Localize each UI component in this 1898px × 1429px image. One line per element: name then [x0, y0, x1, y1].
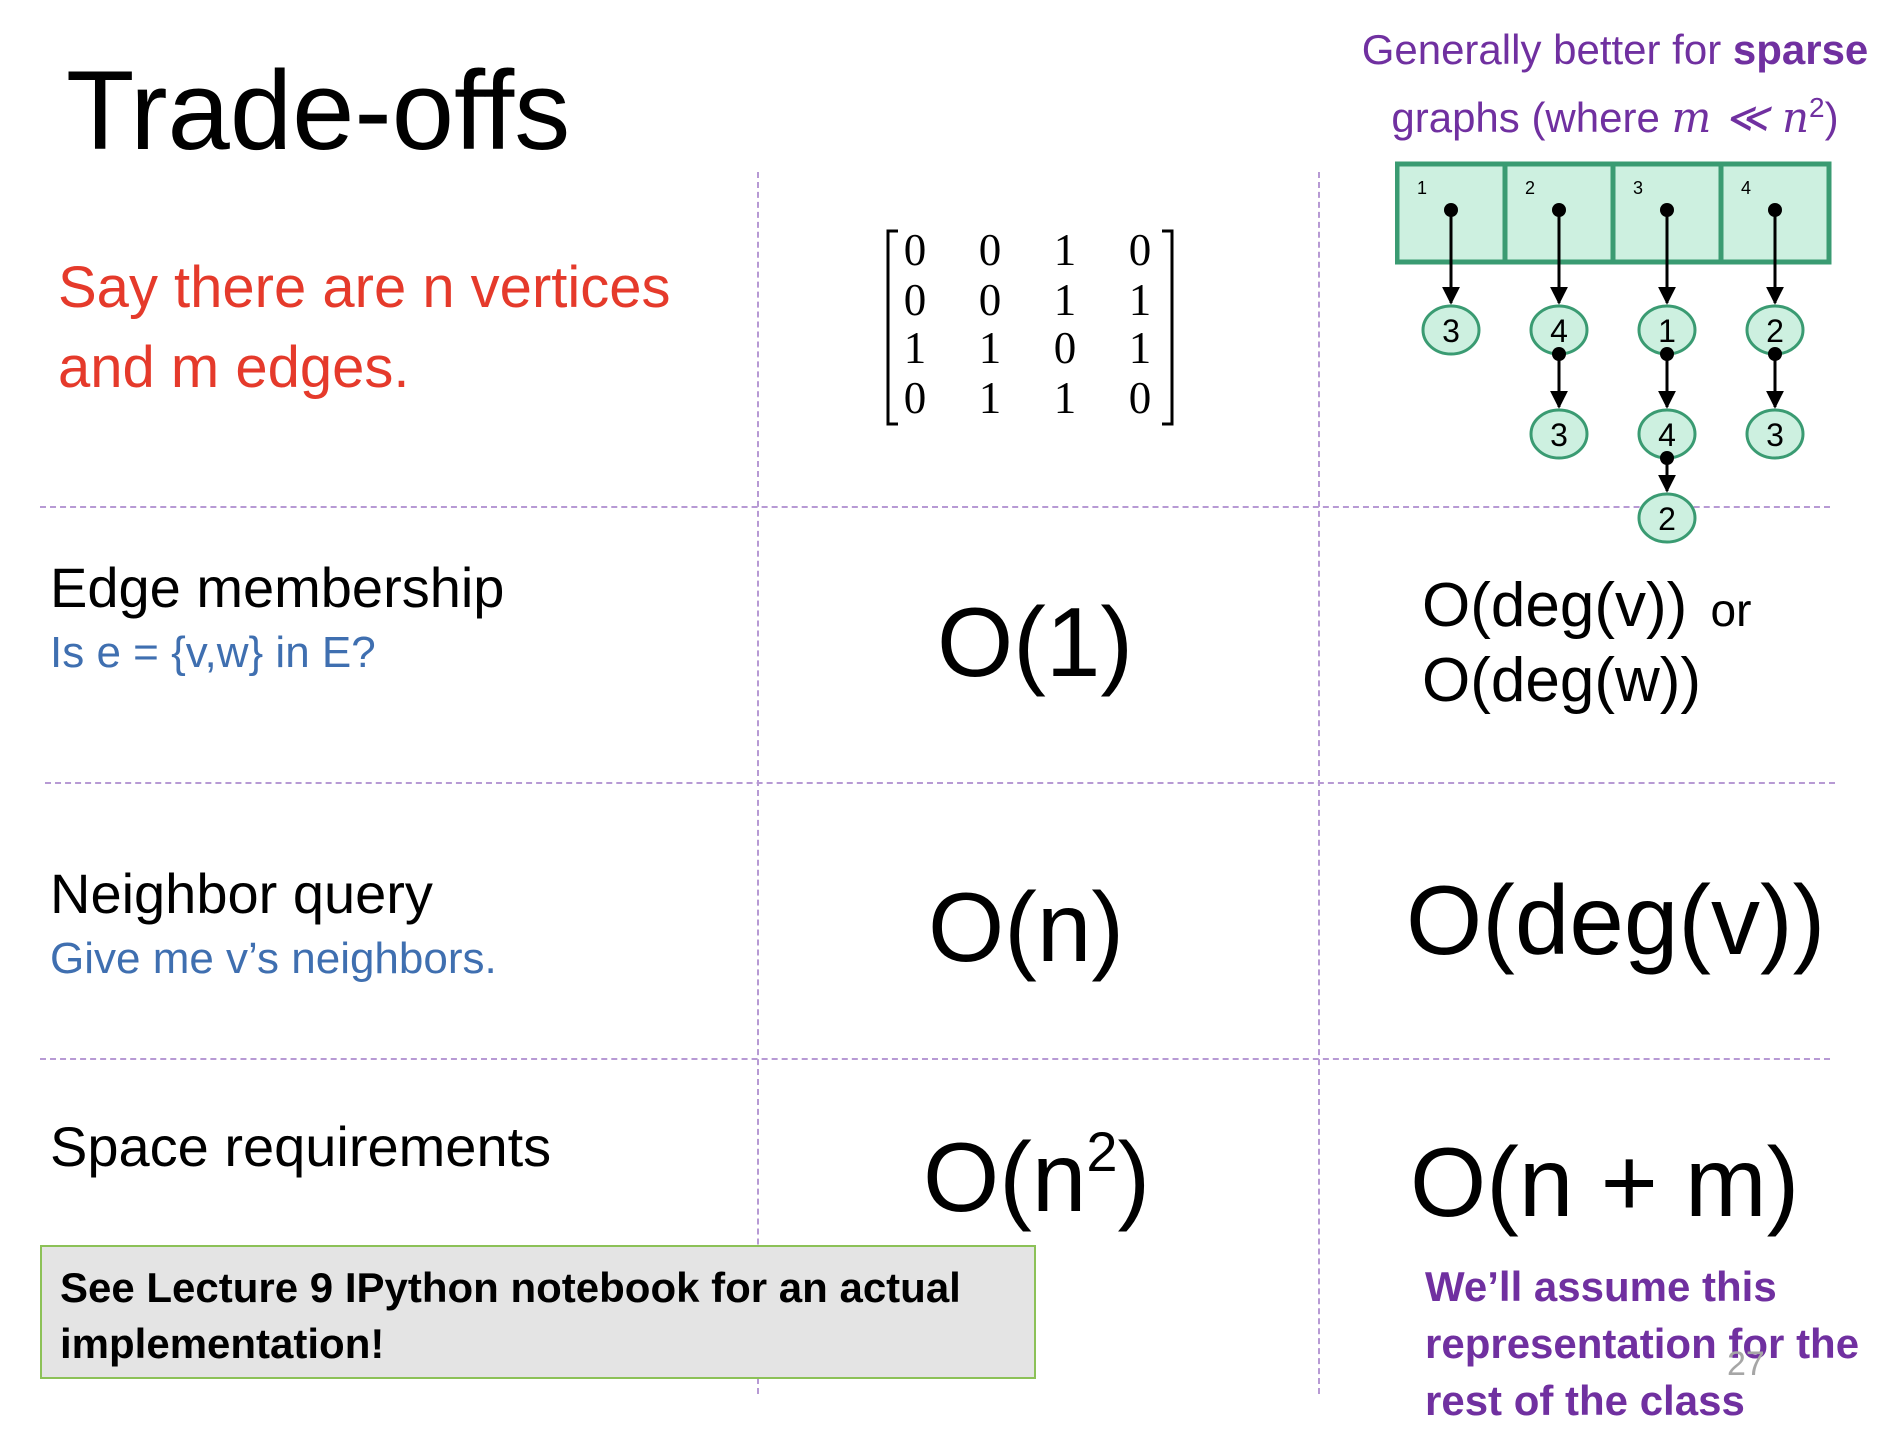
ipython-notebook-callout: See Lecture 9 IPython notebook for an ac… [40, 1245, 1036, 1379]
matrix-cell: 0 [979, 275, 1002, 325]
list-node-label: 3 [1766, 417, 1784, 453]
matrix-cell: 1 [1054, 373, 1077, 423]
matrix-cell: 1 [979, 373, 1002, 423]
matrix-cell: 0 [979, 225, 1002, 275]
row-label: Edge membership [50, 556, 505, 619]
list-node-label: 3 [1550, 417, 1568, 453]
array-slot-label: 3 [1633, 178, 1643, 198]
matrix-cell: 1 [1129, 323, 1152, 373]
row-subtext: Give me v’s neighbors. [50, 934, 497, 984]
array-slot-label: 4 [1741, 178, 1751, 198]
row-neighbor-query: Neighbor query Give me v’s neighbors. [50, 862, 497, 985]
assumption-note: We’ll assume this representation for the… [1425, 1263, 1860, 1424]
matrix-cell: 0 [1129, 373, 1152, 423]
matrix-cost-neighbor-query: O(n) [928, 872, 1124, 982]
intro-text: Say there are n vertices and m edges. [58, 255, 671, 400]
adjacency-list-diagram: 1 2 3 4 3 4 3 1 4 2 2 3 [1395, 161, 1832, 544]
row-edge-membership: Edge membership Is e = {v,w} in E? [50, 556, 504, 679]
matrix-cost-edge-membership: O(1) [937, 587, 1133, 697]
matrix-right-bracket [1162, 229, 1174, 426]
adjacency-matrix: 0 0 1 00 0 1 11 1 0 10 1 1 0 [886, 225, 1174, 426]
list-cost-space: O(n + m) [1410, 1127, 1800, 1237]
row-subtext: Is e = {v,w} in E? [50, 628, 376, 678]
row-divider-2 [45, 782, 1835, 784]
sparse-graphs-note: Generally better for sparse graphs (wher… [1361, 26, 1869, 142]
list-node-label: 2 [1766, 313, 1784, 349]
row-label: Neighbor query [50, 862, 433, 925]
matrix-cell: 1 [904, 323, 927, 373]
matrix-cell: 0 [1129, 225, 1152, 275]
list-node-label: 3 [1442, 313, 1460, 349]
matrix-cell: 0 [904, 373, 927, 423]
matrix-cell: 0 [904, 225, 927, 275]
array-slot-label: 1 [1417, 178, 1427, 198]
list-cost-line2: O(deg(w)) [1422, 646, 1702, 716]
matrix-cell: 1 [1129, 275, 1152, 325]
list-cost-edge-membership: O(deg(v)) or O(deg(w)) [1422, 570, 1751, 717]
list-cost-line1: O(deg(v)) [1422, 571, 1688, 640]
list-cost-or: or [1710, 584, 1752, 636]
matrix-cost-space: O(n2) [923, 1120, 1151, 1232]
list-node-label: 2 [1658, 501, 1676, 537]
list-node-label: 4 [1550, 313, 1568, 349]
row-divider-3 [40, 1058, 1830, 1060]
matrix-cell: 0 [1054, 323, 1077, 373]
list-cost-neighbor-query: O(deg(v)) [1406, 865, 1826, 975]
matrix-cell: 1 [979, 323, 1002, 373]
list-node-label: 1 [1658, 313, 1676, 349]
matrix-left-bracket [886, 229, 898, 426]
matrix-cell: 1 [1054, 275, 1077, 325]
page-number: 27 [1727, 1345, 1765, 1383]
matrix-cell: 0 [904, 275, 927, 325]
array-slot-label: 2 [1525, 178, 1535, 198]
slide-title: Trade-offs [66, 48, 571, 173]
row-space-requirements: Space requirements [50, 1115, 552, 1178]
list-node-label: 4 [1658, 417, 1676, 453]
matrix-cell: 1 [1054, 225, 1077, 275]
